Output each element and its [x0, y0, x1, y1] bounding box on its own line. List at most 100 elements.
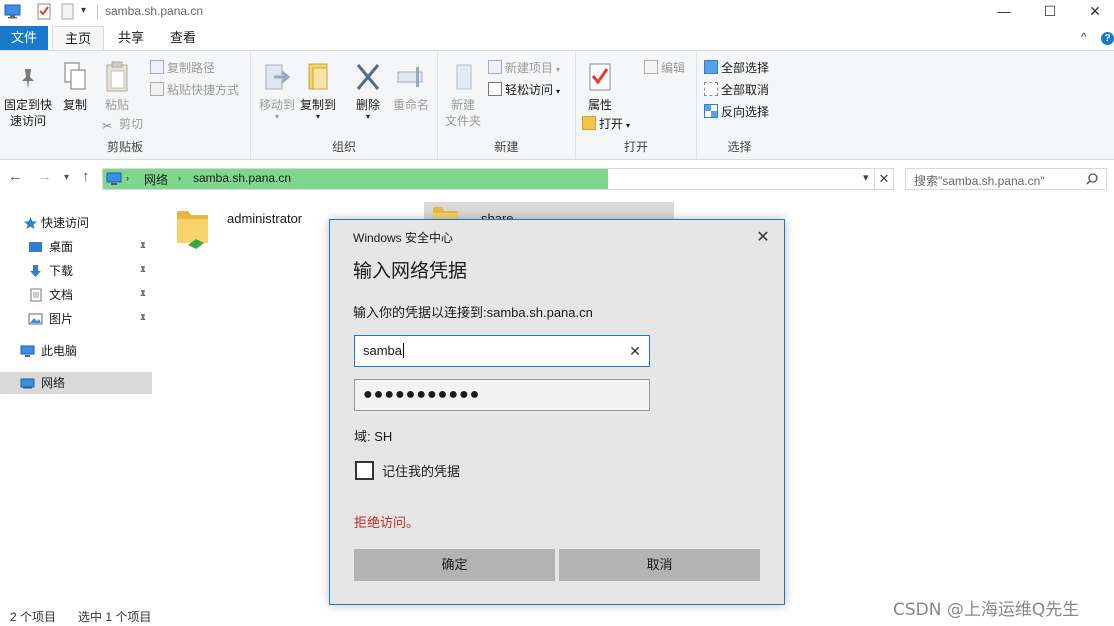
nav-item-quick-access[interactable]: 快速访问	[0, 212, 152, 234]
nav-item-this-pc[interactable]: 此电脑	[0, 340, 152, 362]
breadcrumb-host[interactable]: samba.sh.pana.cn	[193, 171, 291, 185]
stop-refresh-button[interactable]: ✕	[874, 168, 894, 190]
error-message: 拒绝访问。	[354, 515, 420, 530]
copy-path-icon	[150, 60, 164, 74]
edit-button[interactable]: 编辑	[644, 59, 685, 77]
this-pc-icon	[20, 345, 35, 357]
cancel-button[interactable]: 取消	[559, 549, 760, 581]
nav-item-pictures[interactable]: 图片	[0, 308, 152, 330]
group-label-new: 新建	[494, 140, 519, 154]
group-clipboard: 固定到快 速访问 复制 粘贴 复制路径 粘贴快捷方式 ✂ 剪切 剪贴板	[0, 51, 251, 159]
desktop-icon	[29, 242, 42, 252]
title-bar: ▾ samba.sh.pana.cn — ☐ ✕	[0, 0, 1114, 24]
back-button[interactable]: ←	[8, 168, 23, 185]
nav-item-downloads[interactable]: 下载	[0, 260, 152, 282]
delete-button[interactable]: 删除 ▾	[349, 61, 387, 121]
new-folder-icon	[456, 64, 472, 90]
folder-administrator[interactable]	[174, 203, 212, 254]
rename-icon	[397, 67, 423, 87]
open-button[interactable]: 打开 ▾	[582, 115, 630, 133]
scissors-icon: ✂	[102, 119, 113, 133]
copy-path-button[interactable]: 复制路径	[150, 59, 215, 77]
dialog-close-button[interactable]: ✕	[752, 228, 774, 248]
open-folder-icon	[582, 116, 596, 130]
maximize-button[interactable]: ☐	[1027, 0, 1073, 24]
username-value: samba	[363, 343, 403, 358]
properties-button[interactable]: 属性	[582, 61, 618, 113]
new-folder-quick-icon[interactable]	[59, 3, 76, 20]
credential-dialog: Windows 安全中心 ✕ 输入网络凭据 输入你的凭据以连接到:samba.s…	[329, 219, 785, 605]
select-none-button[interactable]: 全部取消	[704, 81, 769, 99]
documents-icon	[30, 288, 42, 302]
group-label-clipboard: 剪贴板	[106, 140, 143, 154]
ok-button[interactable]: 确定	[354, 549, 555, 581]
search-box[interactable]: 搜索"samba.sh.pana.cn"	[905, 168, 1107, 190]
breadcrumb-network[interactable]: 网络	[144, 171, 168, 188]
ribbon-tabs: 文件 主页 共享 查看	[0, 26, 1114, 51]
nav-item-network[interactable]: 网络	[0, 372, 152, 394]
select-all-icon	[704, 60, 718, 74]
nav-item-desktop[interactable]: 桌面	[0, 236, 152, 258]
customize-toolbar-icon[interactable]: ▾	[81, 5, 86, 16]
select-all-button[interactable]: 全部选择	[704, 59, 769, 77]
text-caret	[403, 343, 405, 358]
remember-credentials-checkbox[interactable]	[355, 461, 374, 480]
dialog-title: Windows 安全中心	[353, 231, 454, 245]
copy-button[interactable]: 复制	[58, 61, 92, 113]
nav-item-documents[interactable]: 文档	[0, 284, 152, 306]
copy-to-icon	[308, 63, 328, 90]
paste-icon	[106, 61, 128, 92]
collapse-ribbon-icon[interactable]: ^	[1081, 30, 1087, 44]
group-label-organize: 组织	[331, 140, 356, 154]
address-field[interactable]: › 网络 › samba.sh.pana.cn ▾	[102, 168, 894, 190]
move-to-button[interactable]: 移动到 ▾	[257, 61, 297, 121]
username-field[interactable]: samba ✕	[354, 335, 650, 367]
crumb-separator-icon: ›	[178, 173, 181, 183]
remember-credentials-label[interactable]: 记住我的凭据	[382, 461, 460, 480]
search-placeholder: 搜索"samba.sh.pana.cn"	[914, 174, 1045, 188]
copy-to-button[interactable]: 复制到 ▾	[299, 61, 337, 121]
selected-count: 选中 1 个项目	[78, 610, 152, 624]
recent-locations-icon[interactable]: ▾	[64, 172, 69, 183]
group-new: 新建 文件夹 新建项目 ▾ 轻松访问 ▾ 新建	[438, 51, 576, 159]
ribbon: 固定到快 速访问 复制 粘贴 复制路径 粘贴快捷方式 ✂ 剪切 剪贴板 移动到 ▾…	[0, 50, 1114, 160]
up-button[interactable]: ↑	[82, 168, 90, 185]
navigation-pane: 快速访问 桌面 下载 文档 图片 此电脑 网络	[0, 200, 155, 600]
password-field[interactable]: ●●●●●●●●●●●	[354, 379, 650, 411]
folder-label[interactable]: administrator	[227, 211, 302, 226]
tab-home[interactable]: 主页	[52, 26, 104, 51]
window-title: samba.sh.pana.cn	[105, 4, 204, 18]
pin-icon	[140, 314, 146, 324]
group-organize: 移动到 ▾ 复制到 ▾ 删除 ▾ 重命名 组织	[251, 51, 438, 159]
properties-quick-icon[interactable]	[36, 3, 53, 20]
close-window-button[interactable]: ✕	[1072, 0, 1114, 24]
new-folder-button[interactable]: 新建 文件夹	[442, 61, 484, 129]
download-icon	[30, 265, 41, 277]
minimize-button[interactable]: —	[981, 0, 1027, 24]
password-value: ●●●●●●●●●●●	[363, 386, 481, 403]
group-label-select: 选择	[727, 140, 752, 154]
pictures-icon	[28, 313, 43, 325]
tab-view[interactable]: 查看	[160, 26, 206, 50]
cut-button[interactable]: ✂ 剪切	[102, 115, 143, 133]
this-pc-icon[interactable]	[4, 3, 21, 20]
tab-file[interactable]: 文件	[0, 26, 48, 50]
forward-button[interactable]: →	[37, 168, 52, 185]
shared-folder-icon	[177, 211, 208, 249]
network-icon	[20, 378, 35, 389]
new-item-button[interactable]: 新建项目 ▾	[488, 59, 560, 77]
group-select: 全部选择 全部取消 反向选择 选择	[697, 51, 782, 159]
tab-share[interactable]: 共享	[108, 26, 154, 50]
address-dropdown-icon[interactable]: ▾	[863, 171, 869, 184]
clear-username-icon[interactable]: ✕	[625, 340, 645, 362]
search-icon	[1086, 173, 1098, 185]
rename-button[interactable]: 重命名	[389, 61, 433, 113]
invert-selection-button[interactable]: 反向选择	[704, 103, 769, 121]
pin-icon	[140, 266, 146, 276]
paste-shortcut-button[interactable]: 粘贴快捷方式	[150, 81, 239, 99]
paste-button[interactable]: 粘贴	[100, 61, 134, 113]
easy-access-button[interactable]: 轻松访问 ▾	[488, 81, 560, 99]
pin-quick-access-button[interactable]: 固定到快 速访问	[2, 65, 54, 129]
help-icon[interactable]: ?	[1101, 32, 1114, 45]
paste-shortcut-icon	[150, 82, 164, 96]
